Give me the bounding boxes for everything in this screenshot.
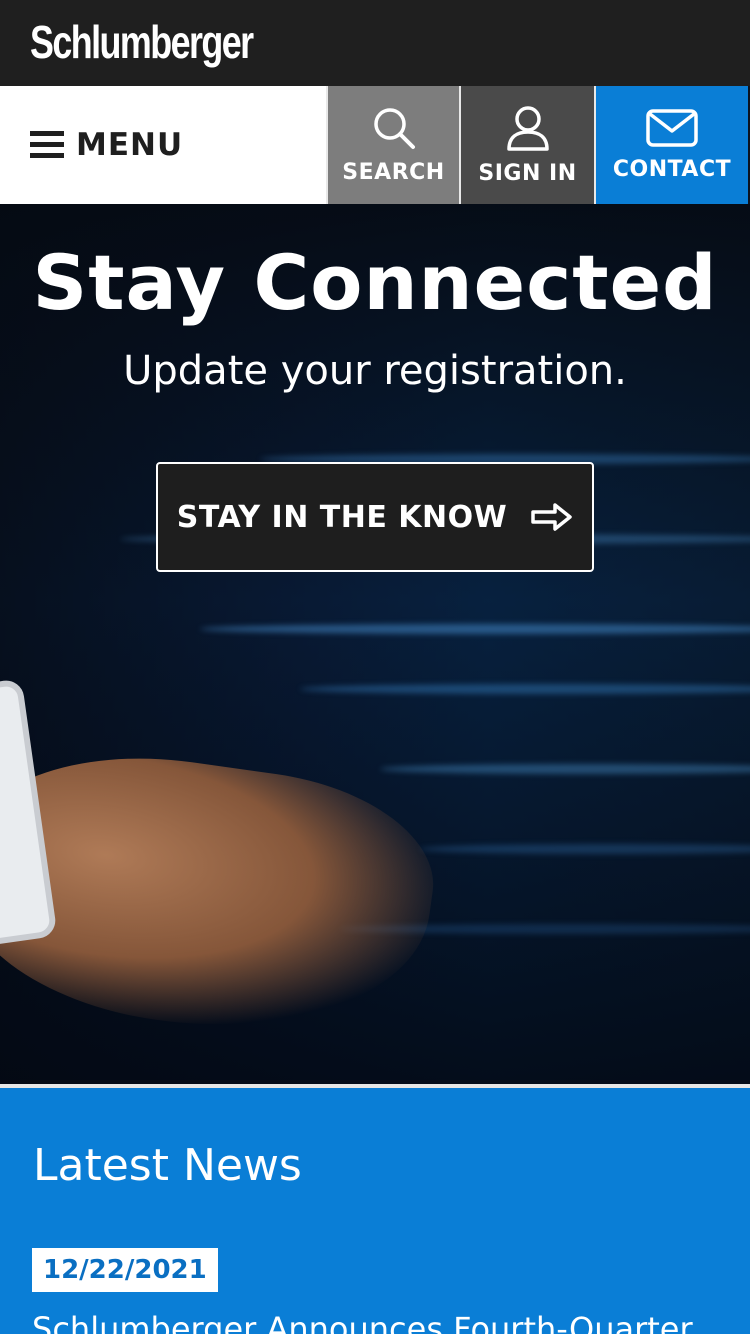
envelope-icon — [646, 108, 698, 147]
sign-in-button[interactable]: SIGN IN — [459, 86, 594, 204]
news-date-badge: 12/22/2021 — [32, 1248, 218, 1292]
arrow-right-icon — [531, 503, 572, 531]
sign-in-label: SIGN IN — [478, 160, 577, 186]
search-button[interactable]: SEARCH — [326, 86, 459, 204]
light-streak — [420, 844, 750, 854]
hamburger-icon — [30, 130, 64, 160]
page: Schlumberger MENU SEARCH SIGN IN CONTACT… — [0, 0, 750, 1334]
hand-image — [0, 732, 446, 1056]
cta-label: STAY IN THE KNOW — [176, 499, 508, 535]
light-streak — [300, 684, 750, 694]
hero-subtitle: Update your registration. — [123, 348, 627, 394]
menu-label: MENU — [76, 127, 184, 163]
user-icon — [506, 105, 549, 151]
top-bar: Schlumberger — [0, 0, 750, 86]
search-icon — [373, 107, 415, 149]
news-headline-link[interactable]: Schlumberger Announces Fourth-Quarter — [32, 1310, 693, 1334]
nav-bar: MENU SEARCH SIGN IN CONTACT — [0, 86, 750, 204]
hero-title: Stay Connected — [32, 238, 718, 327]
search-label: SEARCH — [342, 159, 445, 185]
news-heading: Latest News — [33, 1140, 302, 1191]
hero-banner: Stay Connected Update your registration.… — [0, 204, 750, 1084]
menu-button[interactable]: MENU — [0, 86, 326, 204]
brand-logo[interactable]: Schlumberger — [30, 14, 254, 70]
contact-button[interactable]: CONTACT — [594, 86, 748, 204]
light-streak — [380, 764, 750, 774]
light-streak — [200, 624, 750, 634]
contact-label: CONTACT — [612, 156, 732, 182]
latest-news-section: Latest News 12/22/2021 Schlumberger Anno… — [0, 1088, 750, 1334]
stay-in-the-know-button[interactable]: STAY IN THE KNOW — [156, 462, 594, 572]
